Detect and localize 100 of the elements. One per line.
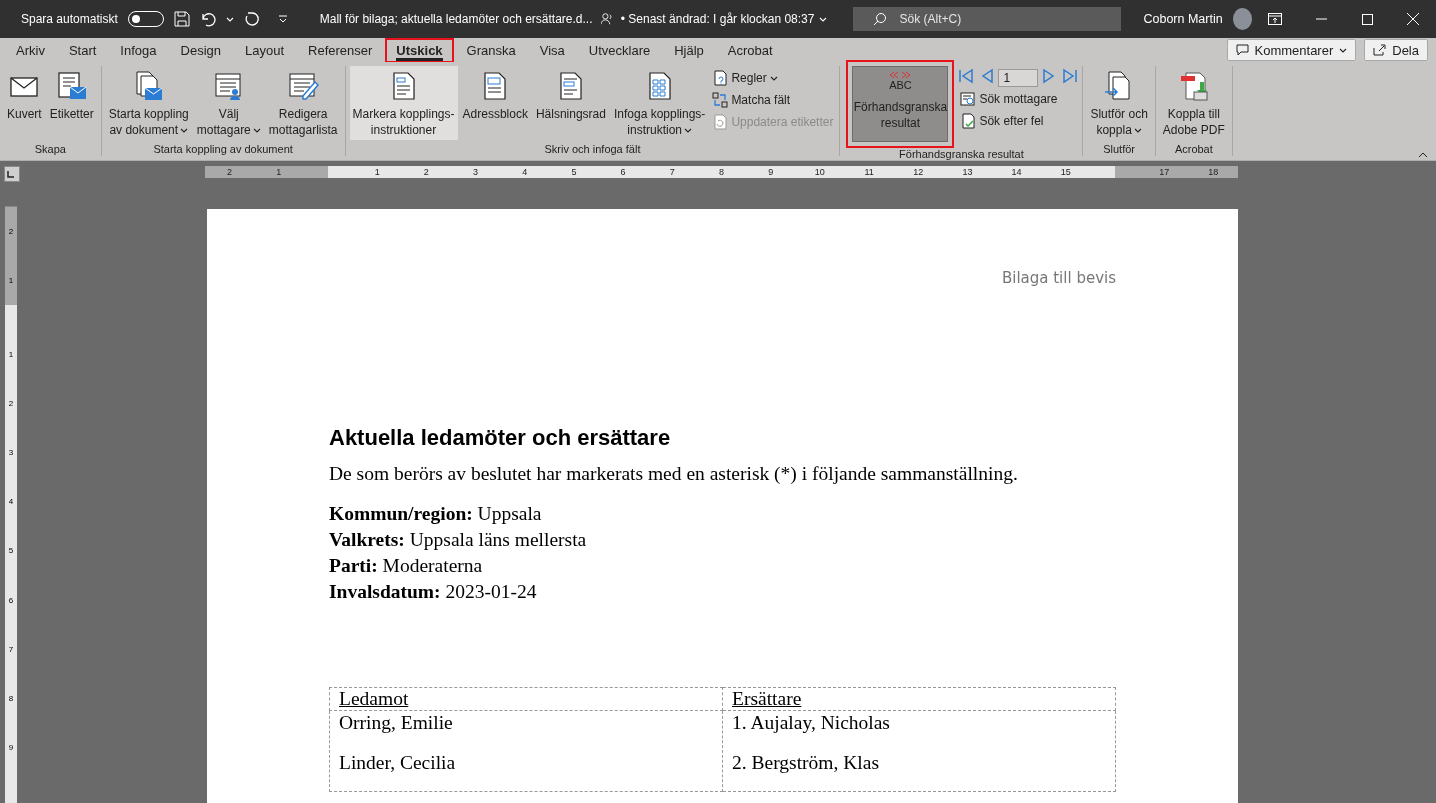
comments-button[interactable]: Kommentarer [1226, 39, 1357, 61]
ribbon-button[interactable]: Markera kopplings- instruktioner [349, 66, 458, 140]
preview-results-button[interactable]: ABC Förhandsgranska resultat [846, 60, 955, 148]
document-question-icon [712, 70, 729, 86]
ruler-number: 11 [863, 166, 875, 178]
undo-icon[interactable] [199, 11, 216, 27]
table-entry: 1. Aujalay, Nicholas [732, 711, 891, 735]
ruler-number: 12 [912, 166, 925, 178]
ribbon-button[interactable]: Redigera mottagarlista [265, 66, 341, 140]
table-entry: Linder, Cecilia [339, 751, 457, 775]
ribbon-tab[interactable]: Acrobat [716, 37, 784, 63]
ruler-number: 17 [1158, 166, 1171, 178]
field-line: Parti: Moderaterna [329, 554, 484, 578]
tab-selector[interactable] [4, 166, 20, 182]
list-pencil-icon [287, 70, 320, 102]
ribbon-button[interactable]: Slutför och koppla [1087, 66, 1151, 140]
ruler-number: 8 [8, 692, 14, 705]
group-label: Förhandsgranska resultat [898, 148, 1025, 161]
record-field[interactable]: 1 [998, 68, 1039, 87]
ribbon-button[interactable]: Koppla till Adobe PDF [1159, 66, 1228, 140]
save-status[interactable]: • Senast ändrad: I går klockan 08:37 [620, 12, 828, 26]
chevron-down-icon [225, 16, 234, 22]
share-icon [1373, 44, 1387, 56]
ribbon-button[interactable]: Kuvert [4, 66, 45, 140]
user-name[interactable]: Coborn Martin [1143, 12, 1223, 26]
ribbon-tab[interactable]: Arkiv [5, 37, 56, 63]
ruler-number: 15 [1059, 166, 1072, 178]
ruler-number: 5 [8, 545, 14, 558]
chevron-down-icon [180, 127, 189, 133]
group-label: Skapa [33, 143, 67, 156]
ribbon-tab[interactable]: Visa [528, 37, 576, 63]
table-entry: 2. Bergström, Klas [732, 751, 880, 775]
document-heading: Aktuella ledamöter och ersättare [329, 425, 672, 451]
ribbon-button[interactable]: Välj mottagare [193, 66, 264, 140]
ruler-number: 1 [275, 166, 283, 178]
refresh-document-icon [712, 114, 729, 130]
ribbon-tab[interactable]: Layout [234, 37, 296, 63]
ribbon-tab[interactable]: Hjälp [663, 37, 715, 63]
ruler-number: 9 [767, 166, 775, 178]
ruler-number: 7 [8, 643, 14, 656]
share-button[interactable]: Dela [1364, 39, 1428, 61]
labels-icon [55, 70, 88, 102]
chevron-down-icon [252, 127, 261, 133]
ribbon-button[interactable]: Regler [710, 68, 836, 88]
table-entry: Orring, Emilie [339, 711, 454, 735]
document-title: Mall för bilaga; aktuella ledamöter och ersättare.d... [319, 12, 593, 26]
group-label: Acrobat [1173, 143, 1214, 156]
chevron-down-icon [769, 75, 778, 81]
ruler-number: 7 [668, 166, 676, 178]
document-search-icon [960, 91, 977, 107]
ruler-number: 3 [8, 446, 14, 459]
ribbon-button[interactable]: Sök efter fel [958, 111, 1079, 131]
redo-icon[interactable] [243, 11, 260, 27]
ribbon-tab[interactable]: Referenser [297, 37, 384, 63]
ribbon-button[interactable]: Matcha fält [710, 90, 836, 110]
group-label: Skriv och infoga fält [543, 143, 642, 156]
ribbon-tab[interactable]: Infoga [109, 37, 168, 63]
ruler-number: 6 [619, 166, 627, 178]
ruler-number: 9 [8, 742, 14, 755]
ribbon-button[interactable]: Adressblock [459, 66, 531, 140]
ruler-number: 4 [521, 166, 529, 178]
ribbon-tab[interactable]: Start [57, 37, 108, 63]
ruler-number: 2 [422, 166, 430, 178]
field-line: Valkrets: Uppsala läns mellersta [329, 528, 588, 552]
save-icon[interactable] [173, 11, 190, 27]
ribbon-tab[interactable]: Utvecklare [577, 37, 662, 63]
ribbon-tab[interactable]: Utskick [385, 37, 454, 63]
ruler-number: 2 [226, 166, 234, 178]
ribbon-button[interactable]: Sök mottagare [958, 89, 1079, 109]
avatar[interactable] [1232, 8, 1252, 30]
ruler-number: 1 [8, 348, 14, 361]
collapse-ribbon-icon[interactable] [1418, 152, 1428, 158]
ruler-number: 2 [8, 226, 14, 238]
autosave-label: Spara automatiskt [21, 12, 118, 26]
ribbon-button[interactable]: Etiketter [46, 66, 97, 140]
chevron-down-icon [819, 16, 828, 22]
chevron-down-icon [1339, 47, 1348, 53]
people-icon [600, 12, 613, 26]
ruler-number: 2 [8, 397, 14, 410]
ruler-number: 10 [813, 166, 826, 178]
ribbon-button[interactable]: Starta koppling av dokument [105, 66, 192, 140]
ribbon-tab[interactable]: Granska [455, 37, 527, 63]
group-label: Slutför [1102, 143, 1136, 156]
ruler-number: 1 [8, 275, 14, 288]
double-arrows-icon [888, 71, 913, 79]
ribbon-button[interactable]: Infoga kopplings- instruktion [610, 66, 709, 140]
ruler-number: 4 [8, 496, 14, 509]
ribbon-button[interactable]: Hälsningsrad [532, 66, 609, 140]
column-heading: Ledamot [339, 688, 409, 709]
document-check-icon [960, 113, 977, 129]
ribbon-tab[interactable]: Design [169, 37, 232, 63]
column-heading: Ersättare [732, 688, 802, 709]
chevron-down-icon [684, 127, 692, 133]
chevron-down-icon [1133, 127, 1142, 133]
ruler-number: 18 [1207, 166, 1220, 178]
group-label: Starta koppling av dokument [152, 143, 294, 156]
search-field[interactable]: Sök (Alt+C) [853, 7, 1122, 31]
intro-paragraph: De som berörs av beslutet har markerats med en asterisk (*) i följande sammanställning. [329, 463, 1019, 485]
customize-icon[interactable] [277, 15, 288, 23]
vertical-ruler[interactable]: 2 1 1 2 3 4 5 6 7 8 9 [5, 206, 17, 803]
